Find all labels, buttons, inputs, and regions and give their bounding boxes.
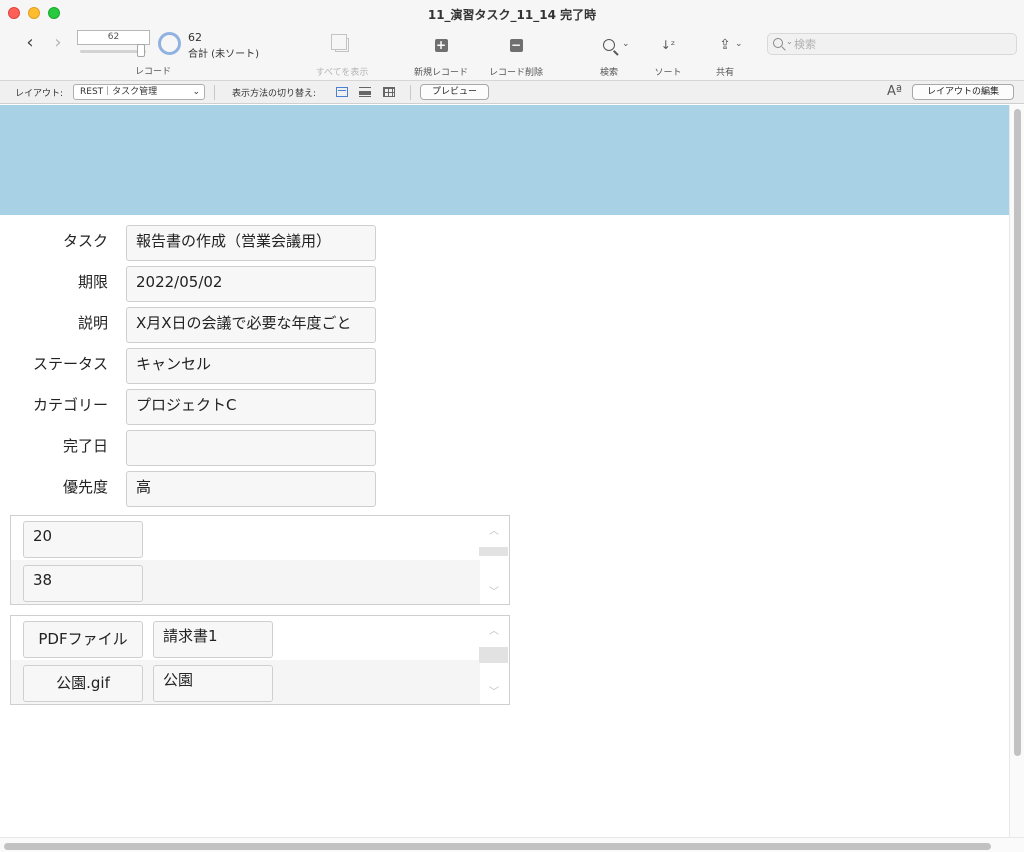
portal-scrollbar[interactable]: ︿ ﹀ — [479, 616, 509, 704]
minus-icon: − — [509, 37, 523, 52]
next-record-icon[interactable]: › — [50, 33, 66, 53]
vertical-scrollbar[interactable] — [1009, 105, 1024, 837]
sort-label: ソート — [654, 68, 682, 78]
quick-find-input[interactable] — [794, 36, 1009, 52]
chevron-down-icon: ⌄ — [192, 87, 200, 97]
new-record-button[interactable]: + 新規レコード — [409, 34, 473, 78]
status-label: ステータス — [32, 355, 108, 373]
previous-record-icon[interactable]: ‹ — [22, 33, 38, 53]
portal-row[interactable]: 38 — [11, 560, 480, 604]
text-formatting-icon[interactable]: Aª — [887, 84, 902, 99]
show-all-label: すべてを表示 — [315, 68, 369, 78]
window-toolbar: 11_演習タスク_11_14 完了時 ‹ › 62 62 合計 (未ソート) レ… — [0, 0, 1024, 81]
portal-numbers: 20 38 ︿ ﹀ — [10, 515, 510, 605]
current-record-field[interactable]: 62 — [77, 30, 150, 45]
due-date-label: 期限 — [77, 273, 108, 291]
attachment-button[interactable]: PDFファイル — [23, 621, 143, 658]
portal-row[interactable]: 20 — [11, 516, 480, 560]
attachment-name-field[interactable]: 請求書1 — [153, 621, 273, 658]
scroll-down-icon[interactable]: ﹀ — [479, 683, 509, 698]
scroll-down-icon[interactable]: ﹀ — [479, 583, 509, 598]
portal-number-field[interactable]: 38 — [23, 565, 143, 602]
description-field[interactable]: X月X日の会議で必要な年度ごと — [126, 307, 376, 343]
share-label: 共有 — [715, 68, 734, 78]
records-label: レコード — [134, 67, 171, 77]
table-view-icon[interactable] — [383, 87, 395, 97]
layout-select-value: REST｜タスク管理 — [80, 87, 158, 97]
portal-row[interactable]: PDFファイル 請求書1 — [11, 616, 480, 660]
edit-layout-button[interactable]: レイアウトの編集 — [912, 84, 1014, 100]
completion-date-field[interactable] — [126, 430, 376, 466]
horizontal-scroll-thumb[interactable] — [4, 843, 991, 850]
layout-label: レイアウト: — [15, 89, 64, 99]
window-title: 11_演習タスク_11_14 完了時 — [427, 8, 597, 22]
find-menu-chevron-icon[interactable]: ⌄ — [622, 39, 630, 49]
quick-find-box[interactable]: ⌄ — [767, 33, 1017, 55]
sort-icon: ↓ᶻ — [660, 38, 676, 52]
divider — [410, 85, 411, 100]
plus-icon: + — [434, 37, 448, 52]
layout-select[interactable]: REST｜タスク管理 ⌄ — [73, 84, 205, 100]
list-view-icon[interactable] — [359, 87, 371, 97]
show-all-icon — [331, 34, 349, 52]
portal-number-field[interactable]: 20 — [23, 521, 143, 558]
portal-scroll-thumb[interactable] — [479, 647, 508, 663]
portal-row[interactable]: 公園.gif 公園 — [11, 660, 480, 704]
record-sort-status: 合計 (未ソート) — [188, 49, 259, 60]
layout-bar: レイアウト: REST｜タスク管理 ⌄ 表示方法の切り替え: プレビュー Aª … — [0, 81, 1024, 104]
portal-scroll-thumb[interactable] — [479, 547, 508, 556]
category-label: カテゴリー — [32, 396, 108, 414]
scroll-up-icon[interactable]: ︿ — [479, 622, 509, 637]
vertical-scroll-thumb[interactable] — [1014, 109, 1021, 756]
priority-label: 優先度 — [62, 478, 108, 496]
header-band — [0, 105, 1009, 215]
task-label: タスク — [62, 232, 108, 250]
attachment-button[interactable]: 公園.gif — [23, 665, 143, 702]
horizontal-scrollbar[interactable] — [0, 837, 1024, 852]
scroll-up-icon[interactable]: ︿ — [479, 522, 509, 537]
description-label: 説明 — [77, 314, 108, 332]
show-all-button[interactable]: すべてを表示 — [312, 34, 372, 78]
category-field[interactable]: プロジェクトC — [126, 389, 376, 425]
delete-record-button[interactable]: − レコード削除 — [484, 34, 548, 78]
portal-attachments: PDFファイル 請求書1 公園.gif 公園 ︿ ﹀ — [10, 615, 510, 705]
view-as-label: 表示方法の切り替え: — [232, 89, 317, 99]
due-date-field[interactable]: 2022/05/02 — [126, 266, 376, 302]
share-menu-chevron-icon[interactable]: ⌄ — [735, 39, 743, 49]
status-field[interactable]: キャンセル — [126, 348, 376, 384]
record-content: タスク 報告書の作成（営業会議用） 期限 2022/05/02 説明 X月X日の… — [0, 105, 1009, 837]
preview-button[interactable]: プレビュー — [420, 84, 489, 100]
new-record-label: 新規レコード — [413, 68, 468, 78]
portal-scrollbar[interactable]: ︿ ﹀ — [479, 516, 509, 604]
record-slider-handle[interactable] — [137, 44, 145, 57]
priority-field[interactable]: 高 — [126, 471, 376, 507]
found-set-pie-icon — [158, 32, 181, 55]
sort-button[interactable]: ↓ᶻ ソート — [648, 34, 688, 78]
form-view-icon[interactable] — [336, 87, 348, 97]
search-icon — [603, 39, 615, 51]
search-icon — [773, 38, 783, 48]
chevron-down-icon[interactable]: ⌄ — [786, 37, 793, 46]
find-label: 検索 — [599, 68, 618, 78]
delete-record-label: レコード削除 — [488, 68, 543, 78]
task-field[interactable]: 報告書の作成（営業会議用） — [126, 225, 376, 261]
completion-date-label: 完了日 — [62, 437, 108, 455]
attachment-name-field[interactable]: 公園 — [153, 665, 273, 702]
record-count: 62 — [188, 31, 202, 44]
share-icon: ⇪ — [719, 37, 731, 53]
divider — [214, 85, 215, 100]
